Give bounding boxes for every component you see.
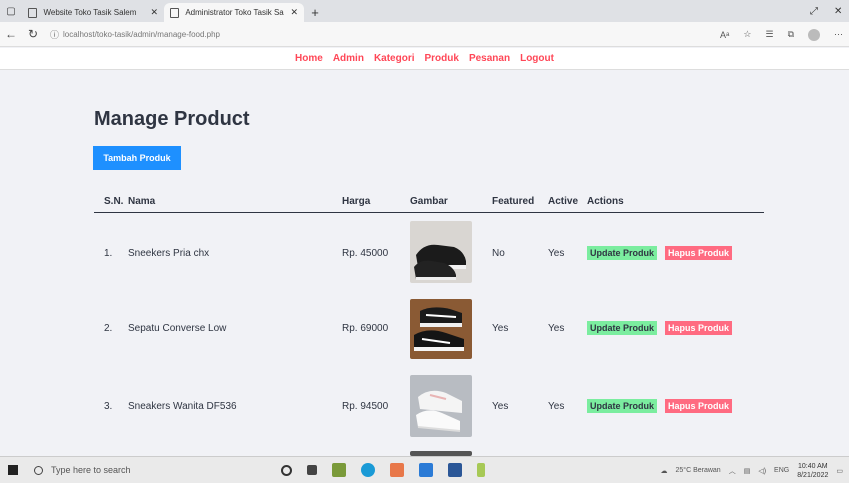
more-icon[interactable]: ⋯ [834, 29, 843, 40]
task-view-icon[interactable] [307, 465, 317, 475]
header-name: Nama [128, 196, 156, 207]
header-featured: Featured [492, 196, 535, 207]
row-2-active: Yes [548, 323, 565, 334]
pinned-apps [281, 463, 485, 477]
header-image: Gambar [410, 196, 448, 207]
edge-icon[interactable] [361, 463, 375, 477]
clock[interactable]: 10:40 AM 8/21/2022 [797, 462, 828, 480]
row-1-name: Sneekers Pria chx [128, 248, 210, 259]
notification-icon[interactable]: ▭ [836, 467, 843, 475]
update-product-button[interactable]: Update Produk [587, 321, 658, 335]
menu-logout[interactable]: Logout [520, 53, 554, 64]
new-tab-icon[interactable]: + [304, 3, 326, 22]
clock-date: 8/21/2022 [797, 471, 829, 479]
windows-taskbar: Type here to search ☁ 25°C Berawan ︿ ▤ ◁… [0, 456, 849, 483]
row-1-active: Yes [548, 248, 565, 259]
tab-title: Administrator Toko Tasik Salem [185, 8, 284, 17]
product-image-black-sneakers [410, 221, 472, 283]
delete-product-button[interactable]: Hapus Produk [665, 399, 733, 413]
row-2-price: Rp. 69000 [342, 323, 389, 334]
header-divider [94, 212, 764, 213]
row-2-sn: 2. [104, 323, 113, 334]
page-icon [28, 7, 38, 18]
volume-icon[interactable]: ◁) [758, 467, 766, 475]
weather-icon[interactable]: ☁ [660, 467, 667, 475]
weather-text: 25°C Berawan [675, 467, 721, 474]
update-product-button[interactable]: Update Produk [587, 399, 658, 413]
xampp-icon[interactable] [390, 463, 404, 477]
header-sn: S.N. [104, 196, 124, 207]
menu-pesanan[interactable]: Pesanan [469, 53, 510, 64]
header-price: Harga [342, 196, 371, 207]
browser-tab-bar: ▢ Website Toko Tasik Salem ✕ Administrat… [0, 0, 849, 22]
row-2-name: Sepatu Converse Low [128, 323, 227, 334]
row-2-featured: Yes [492, 323, 509, 334]
product-image-converse-low [410, 299, 472, 359]
clock-time: 10:40 AM [798, 462, 828, 470]
menu-home[interactable]: Home [295, 53, 323, 64]
vscode-icon[interactable] [419, 463, 433, 477]
profile-avatar[interactable] [808, 28, 820, 41]
tab-actions-icon[interactable]: ▢ [0, 0, 22, 22]
page-title: Manage Product [94, 108, 250, 130]
address-bar: ← ↻ ⓘ localhost/toko-tasik/admin/manage-… [0, 22, 849, 47]
language-indicator[interactable]: ENG [774, 467, 789, 474]
row-3-featured: Yes [492, 401, 509, 412]
delete-product-button[interactable]: Hapus Produk [665, 246, 733, 260]
menu-admin[interactable]: Admin [333, 53, 364, 64]
close-icon[interactable]: ✕ [150, 7, 158, 18]
row-3-sn: 3. [104, 401, 113, 412]
row-3-price: Rp. 94500 [342, 401, 389, 412]
favorites-bar-icon[interactable]: ☰ [765, 29, 773, 40]
site-menu: Home Admin Kategori Produk Pesanan Logou… [0, 48, 849, 70]
row-1-price: Rp. 45000 [342, 248, 389, 259]
row-1-featured: No [492, 248, 505, 259]
favorite-icon[interactable]: ☆ [743, 29, 751, 40]
row-3-active: Yes [548, 401, 565, 412]
refresh-icon[interactable]: ↻ [22, 27, 44, 41]
word-icon[interactable] [448, 463, 462, 477]
row-1-sn: 1. [104, 248, 113, 259]
update-product-button[interactable]: Update Produk [587, 246, 658, 260]
add-product-button[interactable]: Tambah Produk [93, 146, 181, 170]
close-window-icon[interactable]: ✕ [834, 0, 842, 22]
product-image-white-sneakers [410, 375, 472, 437]
collections-icon[interactable]: ⧉ [788, 29, 794, 40]
header-actions: Actions [587, 196, 624, 207]
header-active: Active [548, 196, 579, 207]
search-icon [34, 465, 43, 475]
row-3-name: Sneakers Wanita DF536 [128, 401, 237, 412]
delete-product-button[interactable]: Hapus Produk [665, 321, 733, 335]
app-icon[interactable] [477, 463, 485, 477]
network-icon[interactable]: ▤ [744, 467, 751, 475]
browser-toolbar: Aᵃ ☆ ☰ ⧉ ⋯ [720, 22, 843, 47]
start-icon[interactable] [0, 457, 26, 483]
info-icon[interactable]: ⓘ [50, 28, 59, 41]
system-tray: ☁ 25°C Berawan ︿ ▤ ◁) ENG 10:40 AM 8/21/… [660, 457, 843, 483]
read-aloud-icon[interactable]: Aᵃ [720, 30, 729, 40]
menu-produk[interactable]: Produk [425, 53, 459, 64]
menu-kategori[interactable]: Kategori [374, 53, 415, 64]
search-placeholder: Type here to search [51, 465, 131, 475]
tab-title: Website Toko Tasik Salem [43, 8, 137, 17]
file-explorer-icon[interactable] [332, 463, 346, 477]
close-icon[interactable]: ✕ [290, 7, 298, 18]
cortana-icon[interactable] [281, 464, 292, 476]
url-field[interactable]: localhost/toko-tasik/admin/manage-food.p… [63, 30, 220, 39]
tab-website[interactable]: Website Toko Tasik Salem ✕ [22, 3, 164, 22]
taskbar-search[interactable]: Type here to search [26, 457, 241, 483]
minimize-icon[interactable]: ⤢ [810, 0, 818, 22]
tab-admin[interactable]: Administrator Toko Tasik Salem ✕ [164, 3, 304, 22]
chevron-up-icon[interactable]: ︿ [729, 466, 736, 476]
page-icon [170, 7, 180, 18]
back-icon[interactable]: ← [0, 27, 22, 41]
